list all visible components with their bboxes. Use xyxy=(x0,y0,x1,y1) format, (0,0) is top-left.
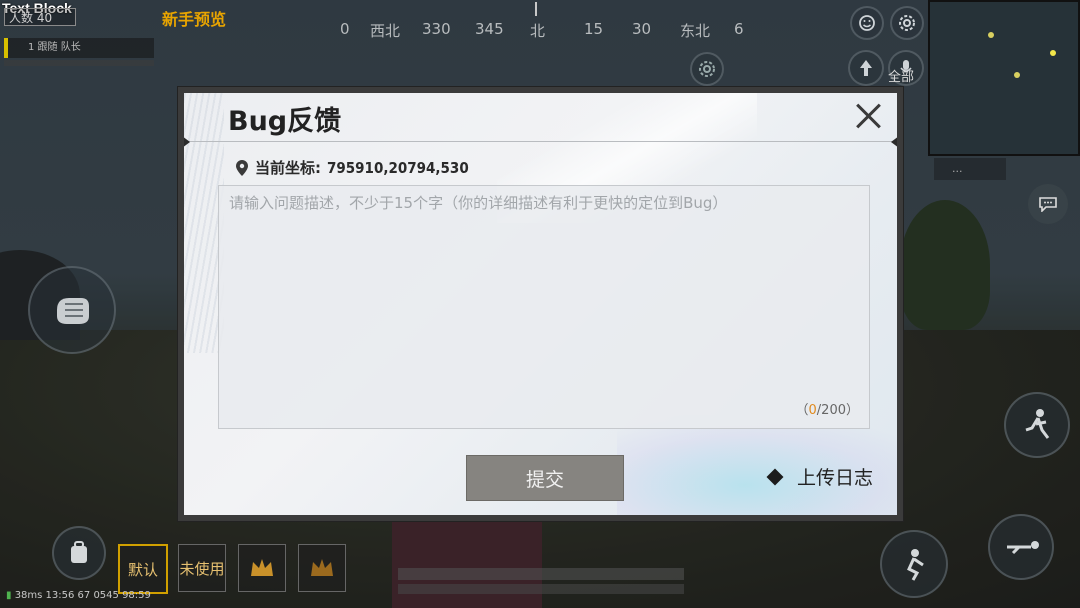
side-tag: ... xyxy=(934,158,1006,180)
settings-button[interactable] xyxy=(890,6,924,40)
player-character xyxy=(392,520,542,608)
jump-icon xyxy=(1025,409,1050,439)
prone-icon xyxy=(1007,541,1039,555)
counter-current: 0 xyxy=(808,403,817,418)
backpack-button[interactable] xyxy=(52,526,106,580)
crown-icon xyxy=(251,559,273,576)
dialog-title: Bug反馈 xyxy=(228,106,342,137)
location-pin-icon xyxy=(236,159,248,176)
prone-button[interactable] xyxy=(988,514,1054,580)
submit-button[interactable]: 提交 xyxy=(466,455,624,501)
compass-tick: 0 xyxy=(340,20,350,38)
player-count: 人数 40 xyxy=(4,8,76,26)
jump-button[interactable] xyxy=(1004,392,1070,458)
crouch-button[interactable] xyxy=(880,530,948,598)
team-bar: 1 跟随 队长 xyxy=(4,38,154,58)
crouch-icon xyxy=(907,549,924,581)
compass-tick: 345 xyxy=(475,20,504,38)
divider-left-notch xyxy=(184,133,190,151)
character-counter: （0/200） xyxy=(796,399,860,418)
minimap-marker xyxy=(1014,72,1020,78)
current-coordinates: 当前坐标: 795910,20794,530 xyxy=(236,157,469,178)
compass-tick: 北 xyxy=(530,22,546,40)
divider-right-notch xyxy=(891,133,897,151)
counter-open: （ xyxy=(795,403,809,418)
bug-feedback-dialog: Bug反馈 当前坐标: 795910,20794,530 （0/200） 提交 … xyxy=(177,86,904,522)
mode-title: 新手预览 xyxy=(162,10,227,29)
team-bar-secondary xyxy=(4,60,154,66)
compass-tick: 15 xyxy=(584,20,604,38)
loadout-slot-emblem[interactable] xyxy=(238,544,286,592)
coordinates-label: 当前坐标: xyxy=(255,159,321,177)
compass-tick: 西北 xyxy=(370,22,401,40)
emote-button[interactable] xyxy=(850,6,884,40)
boost-bar xyxy=(398,584,684,594)
upload-log-button[interactable]: 上传日志 xyxy=(766,463,873,490)
loadout-slot-emblem-2[interactable] xyxy=(298,544,346,592)
compass-tick: 东北 xyxy=(680,22,711,40)
minimap-marker xyxy=(1050,50,1056,56)
chat-button[interactable] xyxy=(1028,184,1068,224)
coordinates-value: 795910,20794,530 xyxy=(327,158,469,177)
arrow-up-icon xyxy=(860,60,872,76)
compass-tick: 6 xyxy=(734,20,744,38)
loadout-slot-default[interactable]: 默认 xyxy=(118,544,168,594)
voice-channel-label: 全部 xyxy=(888,70,915,85)
backpack-icon xyxy=(71,541,87,563)
secondary-settings-button[interactable] xyxy=(690,52,724,86)
dialog-body: Bug反馈 当前坐标: 795910,20794,530 （0/200） 提交 … xyxy=(184,93,897,515)
compass-tick: 30 xyxy=(632,20,652,38)
compass-bar: 0 西北 330 345 北 15 30 东北 6 xyxy=(330,2,750,44)
gear-icon xyxy=(899,15,915,31)
minimap-marker xyxy=(988,32,994,38)
fist-icon xyxy=(57,298,89,324)
chat-bubble-icon xyxy=(1039,197,1057,212)
status-text: 38ms 13:56 67 0545 98:59 xyxy=(14,590,151,601)
gear-icon xyxy=(699,61,715,77)
upload-log-label: 上传日志 xyxy=(796,467,873,489)
minimap[interactable] xyxy=(928,0,1080,156)
description-input[interactable] xyxy=(219,186,869,428)
melee-button[interactable] xyxy=(28,266,116,354)
marker-button[interactable] xyxy=(848,50,884,86)
description-box: （0/200） xyxy=(218,185,870,429)
status-line: ▮ 38ms 13:56 67 0545 98:59 xyxy=(6,590,151,601)
title-divider xyxy=(184,141,897,142)
compass-north-marker xyxy=(535,2,537,16)
health-bar xyxy=(398,568,684,580)
signal-icon: ▮ xyxy=(6,590,15,601)
counter-max: /200） xyxy=(816,403,859,418)
close-icon[interactable] xyxy=(853,101,883,131)
crown-icon xyxy=(311,559,333,576)
loadout-slot-unused[interactable]: 未使用 xyxy=(178,544,226,592)
diamond-icon xyxy=(766,468,784,485)
compass-tick: 330 xyxy=(422,20,451,38)
smile-icon xyxy=(859,15,875,31)
